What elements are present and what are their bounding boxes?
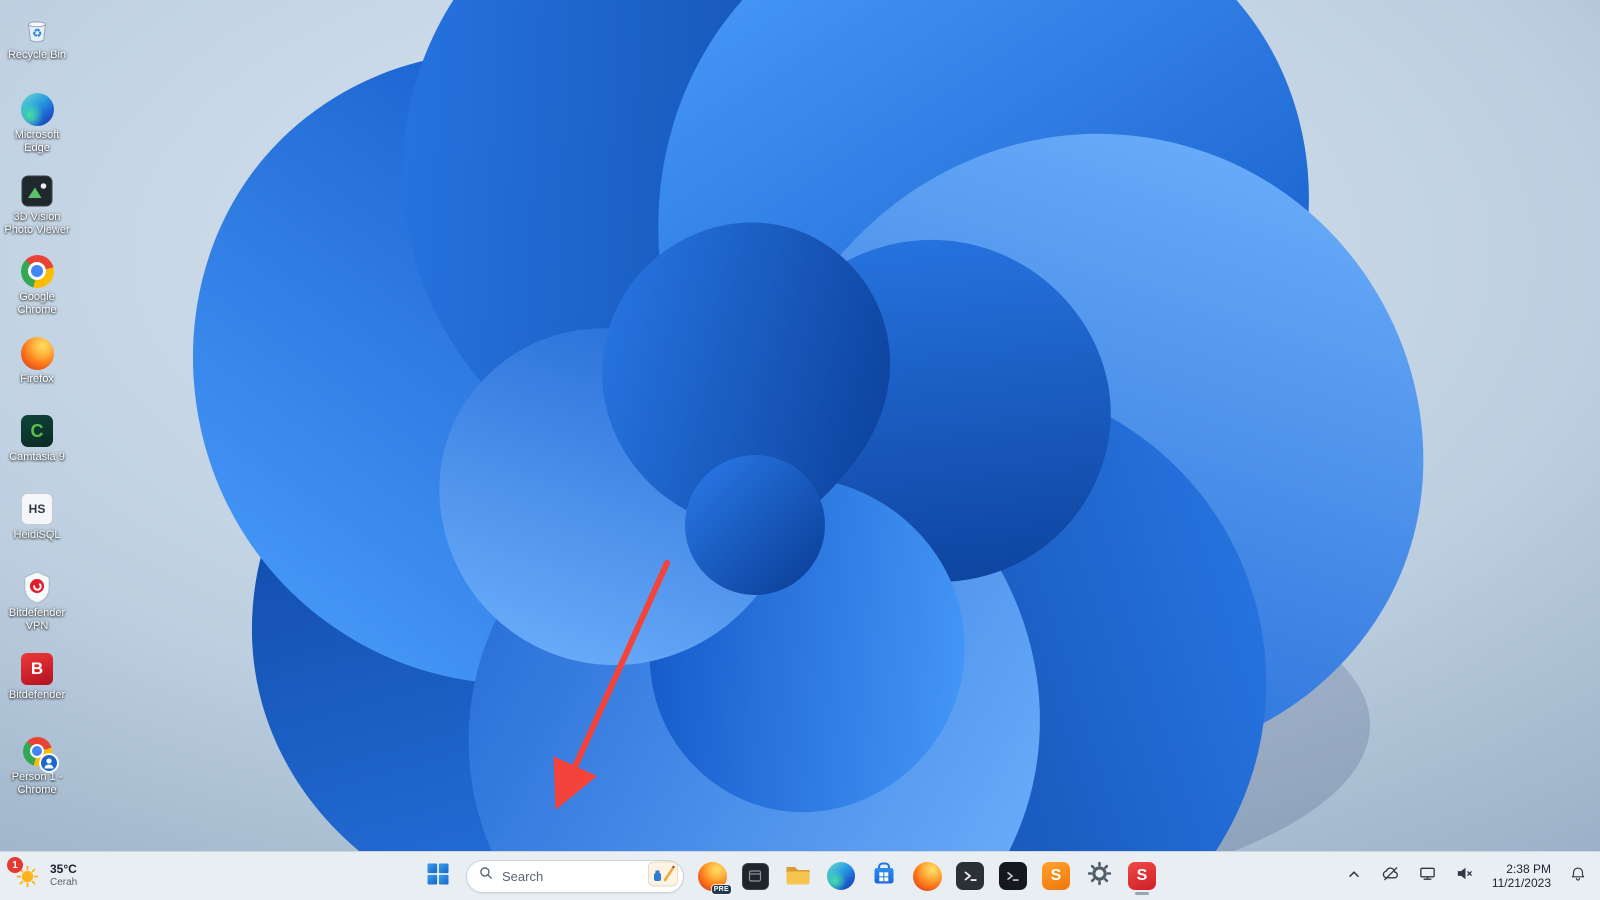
taskbar-search[interactable]: Search <box>466 859 684 893</box>
desktop-icon-person1-chrome[interactable]: Person 1 - Chrome <box>1 732 73 799</box>
shield-icon <box>22 570 52 604</box>
camtasia-glyph: C <box>30 420 44 441</box>
search-highlight-image <box>648 861 678 892</box>
taskbar-command-prompt[interactable] <box>993 856 1033 896</box>
taskbar-settings[interactable] <box>1079 856 1119 896</box>
desktop-icon-camtasia[interactable]: C Camtasia 9 <box>1 412 73 466</box>
weather-condition: Cerah <box>50 877 78 888</box>
person-badge-icon <box>41 754 57 771</box>
desktop-icon-label: Bitdefender <box>8 689 66 701</box>
command-prompt-icon <box>999 862 1027 890</box>
desktop-icon-bitdefender[interactable]: B Bitdefender <box>1 650 73 704</box>
display-cast-button[interactable] <box>1410 856 1446 896</box>
running-indicator <box>1135 892 1149 895</box>
s-glyph: S <box>1050 867 1062 884</box>
photo-viewer-icon <box>21 174 53 208</box>
notification-count-badge: 1 <box>7 857 23 873</box>
search-placeholder: Search <box>502 868 544 884</box>
monitor-icon <box>1418 864 1437 888</box>
system-tray: 2:38 PM 11/21/2023 <box>1336 856 1596 896</box>
recycle-bin-icon: ♻ <box>21 12 53 46</box>
desktop-icon-recycle-bin[interactable]: ♻ Recycle Bin <box>1 10 73 64</box>
store-bag-icon <box>871 861 897 892</box>
taskbar-firefox[interactable] <box>907 856 947 896</box>
windows-logo-icon <box>427 863 449 890</box>
desktop-icon-label: Bitdefender VPN <box>8 607 66 632</box>
firefox-icon <box>20 336 54 370</box>
bitdefender-icon: B <box>21 652 53 686</box>
notification-center-button[interactable] <box>1560 856 1596 896</box>
chrome-icon <box>20 254 54 288</box>
desktop-icon-label: Google Chrome <box>17 291 57 316</box>
desktop-icon-label: 3D Vision Photo Viewer <box>4 211 70 236</box>
weather-temperature: 35°C <box>50 862 77 876</box>
taskbar-center: Search PRE S S <box>418 856 1162 896</box>
dark-app-icon <box>741 862 769 890</box>
weather-widget[interactable]: 1 35°C Cerah <box>6 856 89 896</box>
folder-icon <box>784 862 812 891</box>
sun-icon <box>14 865 41 893</box>
bell-icon <box>1569 865 1587 888</box>
taskbar-edge[interactable] <box>821 856 861 896</box>
edge-icon <box>827 862 855 890</box>
camtasia-icon: C <box>21 414 53 448</box>
heidisql-glyph: HS <box>28 502 46 516</box>
desktop-icon-label: Camtasia 9 <box>9 451 65 463</box>
s-glyph: S <box>1136 867 1148 884</box>
tray-date: 11/21/2023 <box>1491 876 1551 890</box>
chevron-up-icon <box>1345 865 1363 888</box>
taskbar-file-explorer[interactable] <box>778 856 818 896</box>
svg-text:♻: ♻ <box>32 28 42 40</box>
desktop-icon-3d-vision-photo-viewer[interactable]: 3D Vision Photo Viewer <box>1 172 73 239</box>
chrome-profile-icon <box>20 734 57 771</box>
wallpaper-bloom <box>0 0 1600 852</box>
bitdefender-glyph: B <box>30 659 44 678</box>
desktop-icon-label: Microsoft Edge <box>14 129 60 154</box>
terminal-icon <box>956 862 984 890</box>
taskbar: 1 35°C Cerah Search PRE S S 2:38 PM 11/2… <box>0 851 1600 900</box>
windows-desktop-screen: ♻ Recycle Bin Microsoft Edge 3D Vision P… <box>0 0 1600 900</box>
desktop-icon-label: Firefox <box>20 373 54 385</box>
letter-s-red-icon: S <box>1128 862 1156 890</box>
clock[interactable]: 2:38 PM 11/21/2023 <box>1484 856 1559 896</box>
desktop-icon-bitdefender-vpn[interactable]: Bitdefender VPN <box>1 568 73 635</box>
speaker-muted-icon <box>1455 864 1474 888</box>
desktop: ♻ Recycle Bin Microsoft Edge 3D Vision P… <box>0 0 1600 852</box>
taskbar-terminal[interactable] <box>950 856 990 896</box>
heidisql-icon: HS <box>21 492 53 526</box>
onedrive-status-button[interactable] <box>1373 856 1409 896</box>
taskbar-microsoft-store[interactable] <box>864 856 904 896</box>
taskbar-firefox-nightly[interactable]: PRE <box>692 856 732 896</box>
search-icon <box>479 866 494 886</box>
tray-time: 2:38 PM <box>1506 862 1551 876</box>
taskbar-s-app-orange[interactable]: S <box>1036 856 1076 896</box>
edge-icon <box>20 92 54 126</box>
start-button[interactable] <box>418 856 458 896</box>
desktop-icon-label: Person 1 - Chrome <box>11 771 63 796</box>
gear-icon <box>1087 861 1112 891</box>
desktop-icon-google-chrome[interactable]: Google Chrome <box>1 252 73 319</box>
desktop-icon-heidisql[interactable]: HS HeidiSQL <box>1 490 73 544</box>
desktop-icon-microsoft-edge[interactable]: Microsoft Edge <box>1 90 73 157</box>
desktop-icon-label: Recycle Bin <box>7 49 67 61</box>
firefox-pre-badge: PRE <box>711 885 731 894</box>
volume-button[interactable] <box>1447 856 1483 896</box>
taskbar-dark-app[interactable] <box>735 856 775 896</box>
hidden-icons-button[interactable] <box>1336 856 1372 896</box>
firefox-icon <box>912 861 942 891</box>
desktop-icon-firefox[interactable]: Firefox <box>1 334 73 388</box>
cloud-slash-icon <box>1381 864 1400 888</box>
taskbar-s-app-red[interactable]: S <box>1122 856 1162 896</box>
letter-s-orange-icon: S <box>1042 862 1070 890</box>
desktop-icon-label: HeidiSQL <box>13 529 61 541</box>
